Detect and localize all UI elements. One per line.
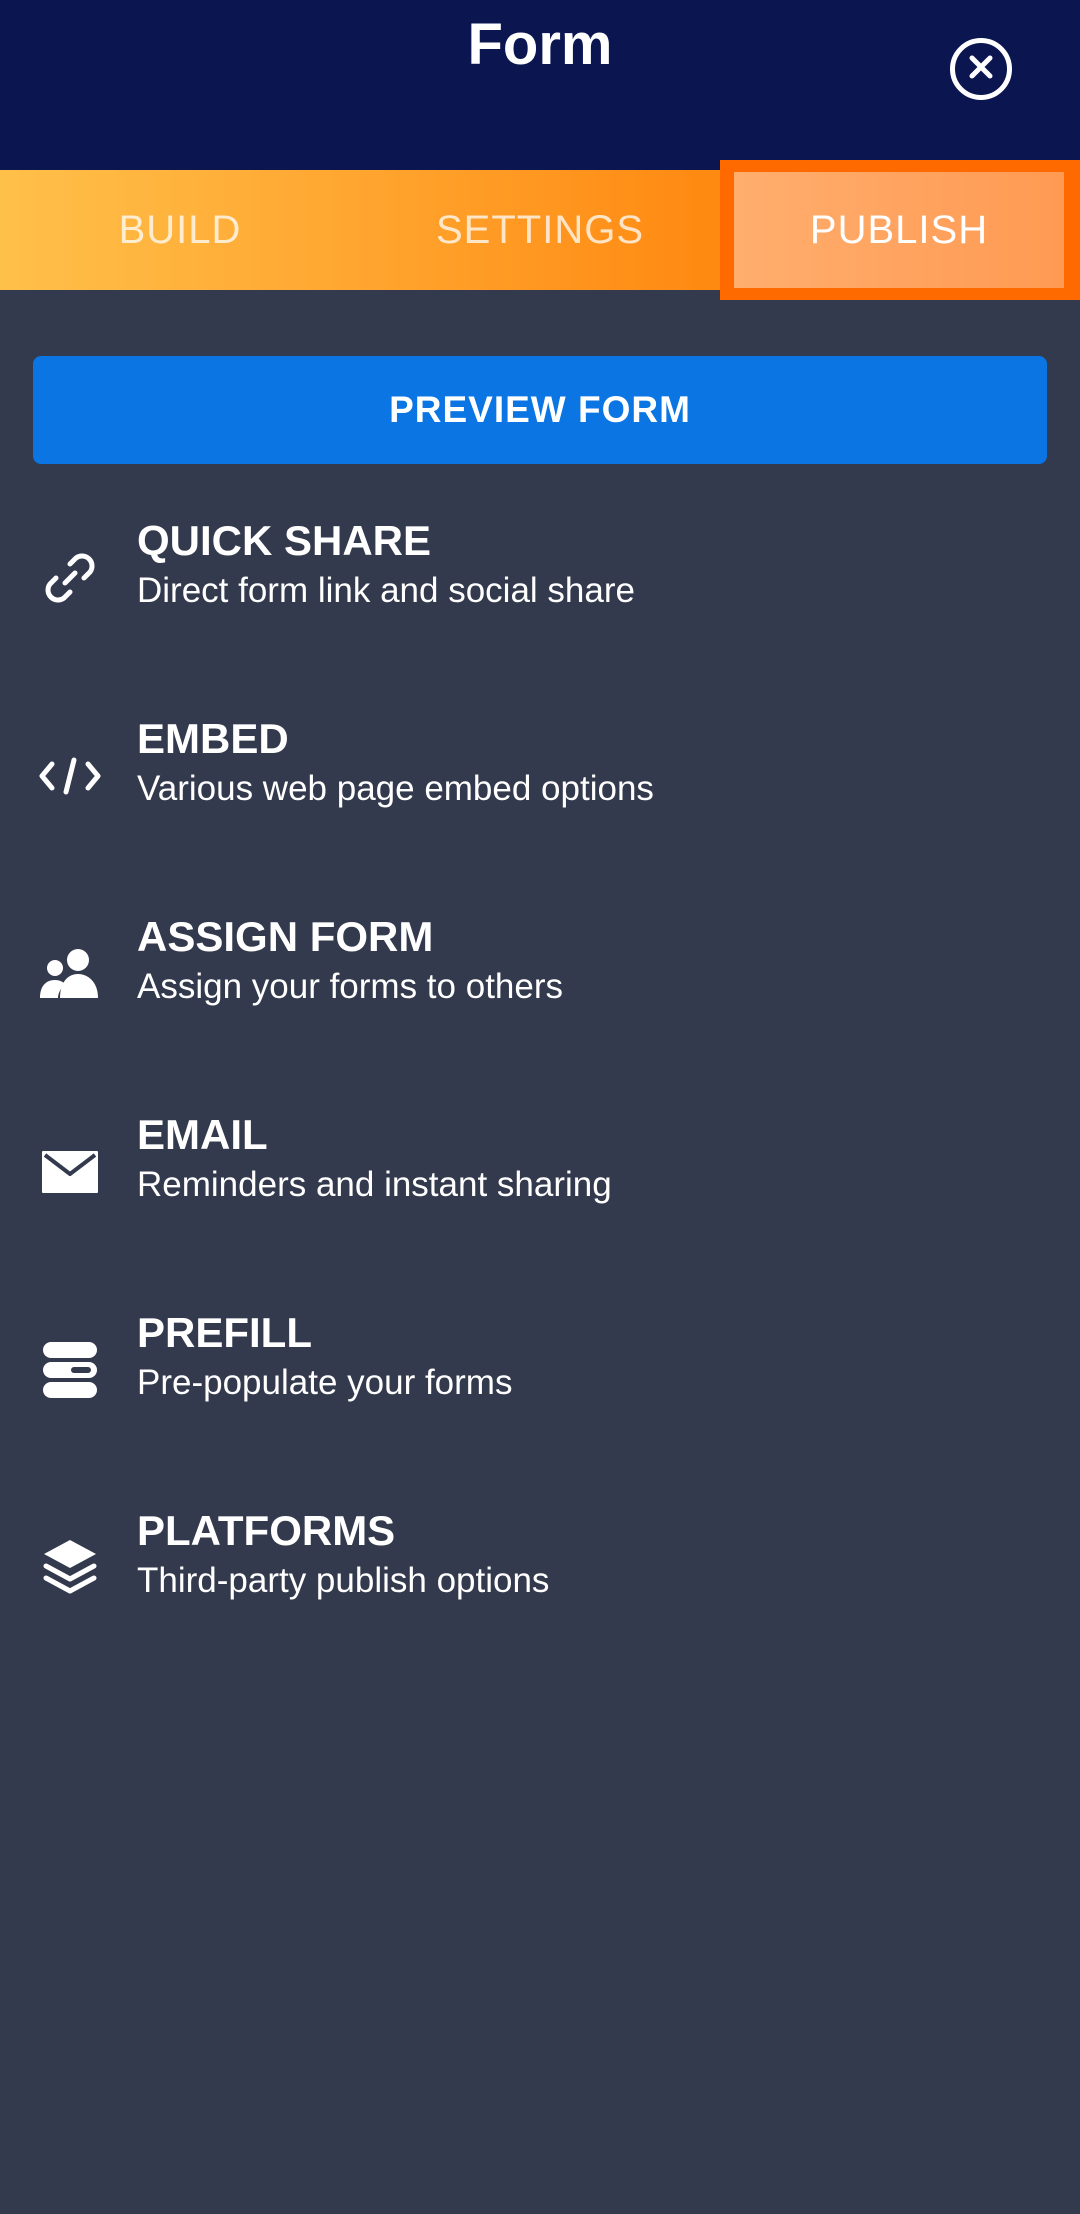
list-item-prefill[interactable]: PREFILL Pre-populate your forms [0,1302,1080,1452]
item-title: PLATFORMS [137,1507,396,1554]
tab-publish[interactable]: PUBLISH [720,160,1080,300]
link-icon [34,542,106,614]
list-item-platforms[interactable]: PLATFORMS Third-party publish options [0,1500,1080,1650]
item-subtitle: Assign your forms to others [137,967,563,1006]
item-title: PREFILL [137,1309,312,1356]
item-subtitle: Pre-populate your forms [137,1363,513,1402]
item-subtitle: Direct form link and social share [137,571,635,610]
close-button[interactable] [950,38,1012,100]
code-icon [34,740,106,812]
envelope-icon [34,1136,106,1208]
item-subtitle: Reminders and instant sharing [137,1165,612,1204]
preview-form-button[interactable]: PREVIEW FORM [33,356,1047,464]
list-item-email[interactable]: EMAIL Reminders and instant sharing [0,1104,1080,1254]
close-icon [966,52,996,87]
item-title: EMBED [137,715,289,762]
header-bar: Form [0,0,1080,170]
page-title: Form [467,12,613,77]
tab-bar: BUILD SETTINGS PUBLISH [0,160,1080,300]
list-item-quick-share[interactable]: QUICK SHARE Direct form link and social … [0,510,1080,660]
item-title: ASSIGN FORM [137,913,434,960]
item-title: EMAIL [137,1111,268,1158]
tab-settings[interactable]: SETTINGS [360,170,720,290]
item-title: QUICK SHARE [137,517,432,564]
layers-icon [34,1532,106,1604]
item-subtitle: Third-party publish options [137,1561,550,1600]
list-item-embed[interactable]: EMBED Various web page embed options [0,708,1080,858]
tab-build[interactable]: BUILD [0,170,360,290]
list-item-assign-form[interactable]: ASSIGN FORM Assign your forms to others [0,906,1080,1056]
prefill-icon [34,1334,106,1406]
tab-publish-label: PUBLISH [734,172,1064,288]
users-icon [34,938,106,1010]
item-subtitle: Various web page embed options [137,769,654,808]
